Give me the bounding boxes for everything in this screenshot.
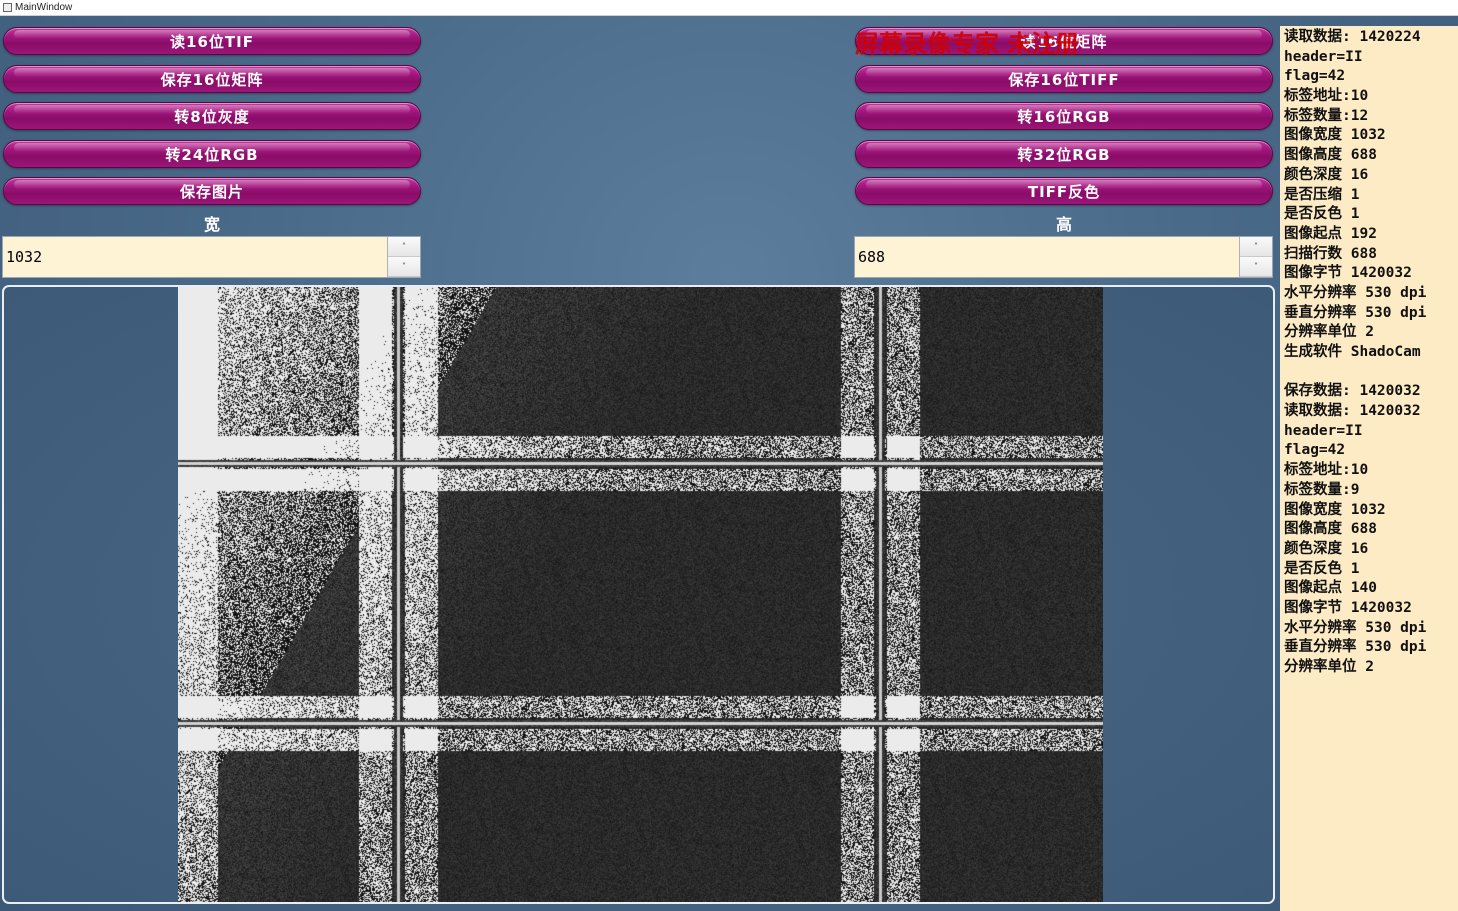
to-16bit-rgb-button[interactable]: 转16位RGB — [855, 102, 1273, 130]
tiff-invert-button[interactable]: TIFF反色 — [855, 177, 1273, 205]
log-line: 扫描行数 688 — [1284, 245, 1377, 262]
width-label: 宽 — [203, 215, 220, 234]
log-line: header=II — [1284, 422, 1363, 439]
save-16bit-matrix-button[interactable]: 保存16位矩阵 — [3, 65, 421, 93]
log-line: 是否反色 1 — [1284, 206, 1360, 223]
log-line: 图像宽度 1032 — [1284, 127, 1386, 144]
button-label: 保存图片 — [179, 182, 244, 201]
spin-down-icon[interactable]: ˅ — [1240, 257, 1272, 277]
log-line: 颜色深度 16 — [1284, 540, 1369, 557]
info-log-panel[interactable]: 读取数据: 1420224 header=II flag=42 标签地址:10 标签数量… — [1280, 26, 1458, 911]
log-line: 是否反色 1 — [1284, 560, 1360, 577]
log-line: 图像宽度 1032 — [1284, 501, 1386, 518]
height-input[interactable] — [855, 248, 1239, 266]
height-spin-arrows: ˄ ˅ — [1239, 237, 1272, 277]
log-line: 图像高度 688 — [1284, 521, 1377, 538]
save-image-button[interactable]: 保存图片 — [3, 177, 421, 205]
log-line: 水平分辨率 530 dpi — [1284, 284, 1427, 301]
log-line: 水平分辨率 530 dpi — [1284, 619, 1427, 636]
log-line: 读取数据: 1420224 — [1284, 29, 1421, 45]
image-viewer[interactable] — [2, 285, 1275, 904]
log-line: 图像高度 688 — [1284, 147, 1377, 164]
button-label: 读16位矩阵 — [1020, 32, 1108, 51]
log-line: flag=42 — [1284, 442, 1346, 459]
log-line: header=II — [1284, 48, 1363, 65]
log-line: 分辨率单位 2 — [1284, 659, 1374, 675]
log-line: 垂直分辨率 530 dpi — [1284, 639, 1427, 656]
read-16bit-tif-button[interactable]: 读16位TIF — [3, 27, 421, 55]
width-spinbox[interactable]: ˄ ˅ — [2, 236, 421, 278]
window-title: MainWindow — [15, 2, 73, 13]
log-line: 标签地址:10 — [1284, 462, 1369, 479]
log-line: 是否压缩 1 — [1284, 186, 1360, 203]
button-label: 转16位RGB — [1017, 107, 1111, 126]
to-24bit-rgb-button[interactable]: 转24位RGB — [3, 140, 421, 168]
tiff-image — [178, 287, 1103, 902]
log-line: 保存数据: 1420032 — [1284, 383, 1421, 400]
height-label: 高 — [1055, 215, 1072, 234]
log-line: 标签数量:9 — [1284, 481, 1360, 498]
log-line: 读取数据: 1420032 — [1284, 403, 1421, 420]
log-line: 分辨率单位 2 — [1284, 324, 1374, 341]
read-16bit-matrix-button[interactable]: 读16位矩阵 — [855, 27, 1273, 55]
log-line: 图像字节 1420032 — [1284, 599, 1412, 616]
save-16bit-tiff-button[interactable]: 保存16位TIFF — [855, 65, 1273, 93]
button-label: 转8位灰度 — [174, 107, 250, 126]
height-spinbox[interactable]: ˄ ˅ — [854, 236, 1273, 278]
button-label: 读16位TIF — [170, 32, 254, 51]
button-label: TIFF反色 — [1027, 182, 1101, 201]
log-line: 图像起点 192 — [1284, 225, 1377, 242]
log-line: 标签数量:12 — [1284, 107, 1369, 124]
log-line: 生成软件 ShadoCam — [1284, 344, 1421, 360]
title-bar: MainWindow — [0, 0, 1458, 16]
to-8bit-gray-button[interactable]: 转8位灰度 — [3, 102, 421, 130]
app-icon — [3, 3, 12, 12]
log-line: 垂直分辨率 530 dpi — [1284, 304, 1427, 321]
log-line: 标签地址:10 — [1284, 88, 1369, 105]
button-label: 保存16位TIFF — [1008, 70, 1120, 89]
to-32bit-rgb-button[interactable]: 转32位RGB — [855, 140, 1273, 168]
spin-up-icon[interactable]: ˄ — [388, 237, 420, 257]
width-input[interactable] — [3, 248, 387, 266]
width-spin-arrows: ˄ ˅ — [387, 237, 420, 277]
log-line: 图像字节 1420032 — [1284, 265, 1412, 282]
log-line: flag=42 — [1284, 68, 1346, 85]
log-line: 颜色深度 16 — [1284, 166, 1369, 183]
log-line: 图像起点 140 — [1284, 580, 1377, 597]
button-label: 保存16位矩阵 — [160, 70, 264, 89]
spin-down-icon[interactable]: ˅ — [388, 257, 420, 277]
button-label: 转32位RGB — [1017, 145, 1111, 164]
button-label: 转24位RGB — [165, 145, 259, 164]
spin-up-icon[interactable]: ˄ — [1240, 237, 1272, 257]
